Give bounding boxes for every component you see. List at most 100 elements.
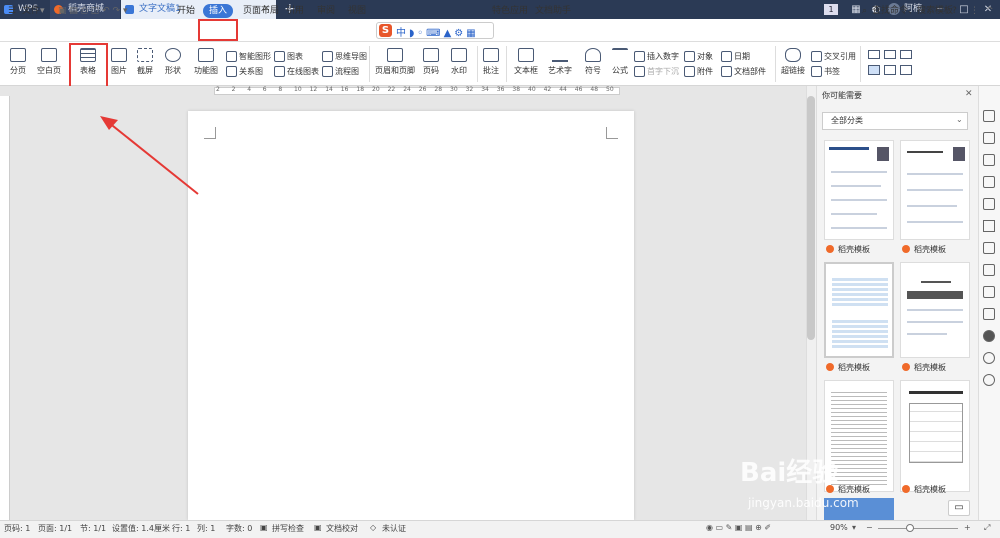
smart-graphic-button[interactable]: 智能图形: [226, 51, 271, 62]
search-icon[interactable]: ⌕: [862, 0, 867, 23]
status-certification[interactable]: 未认证: [382, 523, 406, 534]
zoom-slider[interactable]: [878, 528, 958, 529]
template-thumbnail-6[interactable]: [900, 380, 970, 492]
status-row[interactable]: 行: 1: [172, 523, 190, 534]
active-panel-icon[interactable]: [983, 330, 995, 342]
chat-icon[interactable]: ▭: [948, 500, 970, 516]
image-icon[interactable]: [983, 308, 995, 320]
layout-icon[interactable]: [868, 50, 880, 59]
mind-map-button[interactable]: 思维导图: [322, 51, 367, 62]
template-thumbnail-3[interactable]: [824, 262, 894, 358]
zoom-dropdown-icon[interactable]: ▾: [852, 523, 856, 532]
file-dropdown-icon[interactable]: ▾: [40, 0, 45, 23]
zoom-slider-handle[interactable]: [906, 524, 914, 532]
template-thumbnail-1[interactable]: [824, 140, 894, 240]
shapes-icon[interactable]: [983, 154, 995, 166]
formula-button[interactable]: 公式: [610, 48, 630, 76]
hyperlink-button[interactable]: 超链接: [780, 48, 806, 76]
template-icon[interactable]: [983, 286, 995, 298]
collapse-ribbon-icon[interactable]: ^: [986, 0, 994, 23]
star-icon[interactable]: [983, 220, 995, 232]
spell-check-icon[interactable]: ▣: [260, 523, 268, 532]
blank-page-button[interactable]: 空白页: [34, 48, 64, 76]
date-button[interactable]: 日期: [721, 51, 750, 62]
menu-doc-assistant[interactable]: 文档助手: [535, 0, 571, 23]
layout-icon[interactable]: [900, 50, 912, 59]
cursor-icon[interactable]: [983, 132, 995, 144]
zoom-out-icon[interactable]: −: [866, 523, 873, 532]
document-page[interactable]: [188, 111, 634, 520]
command-search[interactable]: 查找命令、搜索模板: [872, 0, 953, 23]
status-section[interactable]: 节: 1/1: [80, 523, 106, 534]
share-icon[interactable]: [983, 242, 995, 254]
settings-icon[interactable]: [983, 176, 995, 188]
textbox-button[interactable]: 文本框: [512, 48, 540, 76]
menu-references[interactable]: 引用: [286, 0, 304, 23]
layout-icon[interactable]: [884, 50, 896, 59]
category-filter[interactable]: 全部分类: [822, 112, 968, 130]
layout-icon[interactable]: [900, 65, 912, 75]
picture-button[interactable]: 图片: [108, 48, 130, 76]
template-label[interactable]: 稻壳模板: [902, 484, 946, 495]
layout-icon-group[interactable]: [866, 48, 980, 78]
status-pages[interactable]: 页面: 1/1: [38, 523, 72, 534]
help-button[interactable]: ?: [952, 0, 957, 23]
function-chart-button[interactable]: 功能图: [191, 48, 221, 76]
menu-features[interactable]: 特色应用: [492, 0, 528, 23]
chart-button[interactable]: 图表: [274, 51, 303, 62]
zoom-level[interactable]: 90%: [830, 523, 848, 532]
fullscreen-icon[interactable]: ⤢: [984, 523, 990, 533]
window-count-badge[interactable]: 1: [824, 4, 838, 15]
menu-home[interactable]: 开始: [177, 0, 195, 23]
page-break-button[interactable]: 分页: [5, 48, 31, 76]
template-label[interactable]: 稻壳模板: [826, 244, 870, 255]
attachment-button[interactable]: 附件: [684, 66, 713, 77]
template-thumbnail-2[interactable]: [900, 140, 970, 240]
history-icon[interactable]: [983, 352, 995, 364]
cross-ref-button[interactable]: 交叉引用: [811, 51, 856, 62]
object-button[interactable]: 对象: [684, 51, 713, 62]
header-footer-button[interactable]: 页眉和页脚: [375, 48, 415, 76]
close-panel-icon[interactable]: ✕: [965, 89, 973, 99]
ime-toolbar[interactable]: S 中◗◦⌨▲⚙▦: [376, 22, 494, 39]
hamburger-icon[interactable]: ☰: [8, 0, 16, 23]
screenshot-button[interactable]: 截屏: [134, 48, 156, 76]
zoom-in-icon[interactable]: +: [964, 523, 971, 532]
status-spell-check[interactable]: 拼写检查: [272, 523, 304, 534]
doc-parts-button[interactable]: 文档部件: [721, 66, 766, 77]
flow-chart-button[interactable]: 流程图: [322, 66, 359, 77]
status-setting[interactable]: 设置值: 1.4厘米: [112, 523, 170, 534]
page-number-button[interactable]: 页码: [420, 48, 442, 76]
bookmark-button[interactable]: 书签: [811, 66, 840, 77]
translate-icon[interactable]: [983, 264, 995, 276]
layout-icon[interactable]: [868, 65, 880, 75]
scrollbar-thumb[interactable]: [807, 96, 815, 340]
insert-number-button[interactable]: 插入数字: [634, 51, 679, 62]
online-chart-button[interactable]: 在线图表: [274, 66, 319, 77]
symbol-button[interactable]: 符号: [582, 48, 604, 76]
shape-button[interactable]: 形状: [162, 48, 184, 76]
template-label[interactable]: 稻壳模板: [826, 362, 870, 373]
relation-chart-button[interactable]: 关系图: [226, 66, 263, 77]
quick-access-icons[interactable]: ▣ ▤ ⎙ ◫ ↶ ↷ ▾: [58, 0, 127, 23]
format-icon[interactable]: [983, 198, 995, 210]
proof-icon[interactable]: ▣: [314, 523, 322, 532]
watermark-button[interactable]: 水印: [448, 48, 470, 76]
template-thumbnail-4[interactable]: [900, 262, 970, 358]
menu-page-layout[interactable]: 页面布局: [243, 0, 279, 23]
more-icon[interactable]: ⋮: [970, 0, 979, 23]
comment-button[interactable]: 批注: [482, 48, 500, 76]
word-art-button[interactable]: 艺术字: [546, 48, 574, 76]
layout-icon[interactable]: [884, 65, 896, 75]
menu-insert[interactable]: 插入: [203, 4, 234, 18]
menu-view[interactable]: 视图: [348, 0, 366, 23]
template-label[interactable]: 稻壳模板: [902, 244, 946, 255]
help-icon[interactable]: [983, 374, 995, 386]
menu-review[interactable]: 审阅: [317, 0, 335, 23]
edit-icon[interactable]: [983, 110, 995, 122]
status-proofread[interactable]: 文档校对: [326, 523, 358, 534]
view-mode-icons[interactable]: ◉ ▭ ✎ ▣ ▤ ⊕ ✐: [706, 523, 771, 532]
template-label[interactable]: 稻壳模板: [902, 362, 946, 373]
status-column[interactable]: 列: 1: [197, 523, 215, 534]
status-page-number[interactable]: 页码: 1: [4, 523, 30, 534]
